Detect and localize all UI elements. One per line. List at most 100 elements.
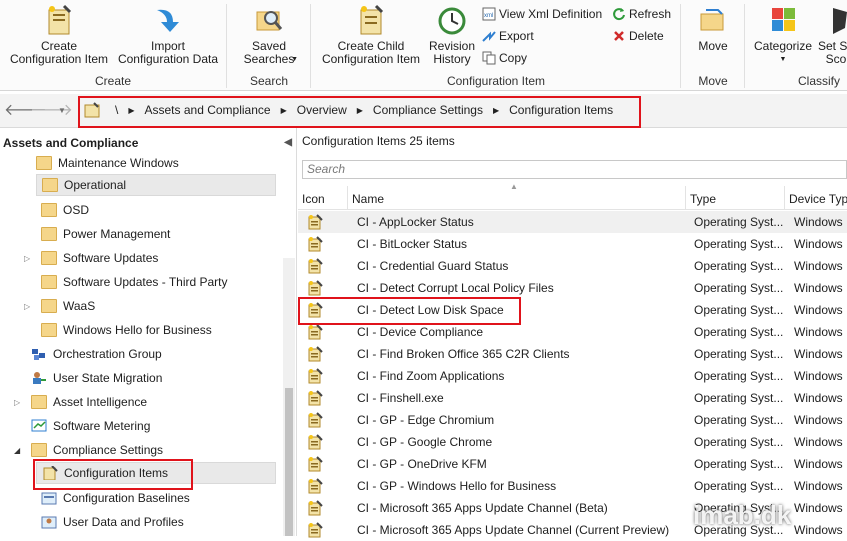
- tree-item-label: OSD: [63, 203, 90, 217]
- cell-type: Operating Syst...: [694, 347, 784, 361]
- tree-item-software-updates-third-party[interactable]: Software Updates - Third Party: [41, 271, 228, 293]
- dropdown-arrow-icon: ▼: [291, 56, 298, 63]
- folder-icon: [31, 395, 47, 409]
- table-row[interactable]: CI - Device Compliance Operating Syst... W…: [298, 321, 847, 343]
- collapse-pane-icon[interactable]: ◀: [284, 132, 292, 154]
- folder-icon: [41, 203, 57, 217]
- breadcrumb-separator-icon[interactable]: ▶: [354, 106, 366, 115]
- tree-item-waas[interactable]: ▷ WaaS: [24, 295, 95, 317]
- delete-button[interactable]: Delete: [612, 28, 664, 44]
- breadcrumb-separator-icon[interactable]: ▶: [278, 106, 290, 115]
- cell-device-type: Windows: [794, 523, 843, 537]
- categorize-button[interactable]: Categorize ▼: [752, 4, 814, 66]
- saved-searches-icon: [256, 11, 283, 31]
- software-metering-icon: [31, 419, 47, 432]
- set-security-label: Set Se Sco: [817, 39, 847, 66]
- table-row[interactable]: CI - GP - Google Chrome Operating Syst...…: [298, 431, 847, 453]
- column-header-icon[interactable]: Icon: [298, 186, 348, 210]
- cell-device-type: Windows: [794, 347, 843, 361]
- breadcrumb-separator-icon[interactable]: ▶: [490, 106, 502, 115]
- table-row[interactable]: CI - GP - Windows Hello for Business Oper…: [298, 475, 847, 497]
- breadcrumb-configuration-items[interactable]: Configuration Items: [502, 103, 620, 117]
- table-row[interactable]: CI - Detect Corrupt Local Policy Files Op…: [298, 277, 847, 299]
- grid-header: Icon Name ▲ Type Device Typ: [298, 182, 847, 210]
- delete-x-icon: [614, 31, 624, 41]
- table-row[interactable]: CI - Credential Guard Status Operating Sy…: [298, 255, 847, 277]
- refresh-icon: [613, 8, 625, 21]
- move-button[interactable]: Move: [690, 4, 736, 53]
- expand-arrow-icon[interactable]: ▷: [24, 302, 30, 311]
- import-configuration-data-button[interactable]: Import Configuration Data: [116, 4, 220, 66]
- revision-history-button[interactable]: Revision History: [426, 4, 478, 66]
- expand-arrow-icon[interactable]: ▷: [14, 398, 20, 407]
- collapse-arrow-icon[interactable]: ◢: [14, 446, 20, 455]
- export-label: Export: [499, 29, 534, 43]
- cell-device-type: Windows: [794, 325, 843, 339]
- tree-item-osd[interactable]: OSD: [41, 199, 89, 221]
- group-configuration-item-label: Configuration Item: [446, 74, 546, 88]
- navigation-scrollbar[interactable]: [283, 258, 295, 536]
- tree-item-software-metering[interactable]: Software Metering: [31, 415, 150, 437]
- tree-item-user-data-and-profiles[interactable]: User Data and Profiles: [41, 511, 184, 533]
- tree-item-asset-intelligence[interactable]: ▷ Asset Intelligence: [14, 391, 147, 413]
- forward-button[interactable]: 🡒: [30, 101, 73, 121]
- refresh-button[interactable]: Refresh: [612, 6, 671, 22]
- back-button[interactable]: 🡐: [4, 101, 47, 121]
- table-row[interactable]: CI - BitLocker Status Operating Syst... Wi…: [298, 233, 847, 255]
- tree-item-user-state-migration[interactable]: User State Migration: [31, 367, 162, 389]
- breadcrumb-compliance-settings[interactable]: Compliance Settings: [366, 103, 490, 117]
- orchestration-group-icon: [32, 349, 45, 360]
- copy-button[interactable]: Copy: [482, 50, 527, 66]
- move-folder-icon: [700, 9, 724, 31]
- breadcrumb-separator-icon[interactable]: ▶: [125, 106, 137, 115]
- cell-type: Operating Syst...: [694, 259, 784, 273]
- create-child-configuration-item-button[interactable]: Create Child Configuration Item: [318, 4, 424, 66]
- breadcrumb-overview[interactable]: Overview: [290, 103, 354, 117]
- cell-name: CI - GP - Windows Hello for Business: [357, 479, 557, 493]
- cell-type: Operating Syst...: [694, 237, 784, 251]
- breadcrumb-root[interactable]: \: [108, 103, 125, 117]
- tree-item-orchestration-group[interactable]: Orchestration Group: [31, 343, 162, 365]
- tree-item-windows-hello-for-business[interactable]: Windows Hello for Business: [41, 319, 212, 341]
- table-row[interactable]: CI - Find Zoom Applications Operating Sys…: [298, 365, 847, 387]
- table-row[interactable]: CI - Detect Low Disk Space Operating Syst…: [298, 299, 847, 321]
- tree-item-compliance-settings[interactable]: ◢ Compliance Settings: [14, 439, 163, 461]
- view-xml-definition-button[interactable]: xml View Xml Definition: [482, 6, 602, 22]
- history-dropdown-button[interactable]: ▼: [56, 101, 68, 121]
- column-header-device-type[interactable]: Device Typ: [785, 186, 847, 210]
- export-button[interactable]: Export: [482, 28, 534, 44]
- saved-searches-button[interactable]: Saved Searches ▼: [236, 4, 302, 66]
- tree-item-label: User Data and Profiles: [63, 515, 184, 529]
- tree-item-operational[interactable]: Operational: [36, 174, 276, 196]
- breadcrumb-assets-and-compliance[interactable]: Assets and Compliance: [138, 103, 278, 117]
- ribbon-separator: [744, 4, 745, 88]
- table-row[interactable]: CI - GP - Edge Chromium Operating Syst...…: [298, 409, 847, 431]
- folder-icon: [41, 251, 57, 265]
- tree-item-label: Operational: [64, 178, 127, 192]
- scrollbar-thumb[interactable]: [285, 388, 293, 536]
- search-input[interactable]: Search: [302, 160, 847, 179]
- tree-item-label: Maintenance Windows: [58, 156, 179, 170]
- column-header-type[interactable]: Type: [686, 186, 785, 210]
- create-configuration-item-button[interactable]: Create Configuration Item: [6, 4, 112, 66]
- tree-item-power-management[interactable]: Power Management: [41, 223, 170, 245]
- set-security-scopes-button[interactable]: Set Se Sco: [816, 4, 847, 66]
- table-row[interactable]: CI - AppLocker Status Operating Syst... Wi…: [298, 211, 847, 233]
- saved-searches-label: Saved Searches: [243, 39, 295, 66]
- cell-name: CI - GP - Edge Chromium: [357, 413, 495, 427]
- cell-type: Operating Syst...: [694, 369, 784, 383]
- cell-type: Operating Syst...: [694, 215, 784, 229]
- cell-device-type: Windows: [794, 237, 843, 251]
- tree-item-configuration-items[interactable]: Configuration Items: [36, 462, 276, 484]
- table-row[interactable]: CI - Finshell.exe Operating Syst... Window…: [298, 387, 847, 409]
- tree-item-maintenance-windows[interactable]: Maintenance Windows: [36, 152, 276, 174]
- cell-device-type: Windows: [794, 479, 843, 493]
- table-row[interactable]: CI - GP - OneDrive KFM Operating Syst... W…: [298, 453, 847, 475]
- ribbon: Create Configuration Item Import Configu…: [0, 0, 847, 91]
- configuration-item-icon: [308, 324, 323, 340]
- expand-arrow-icon[interactable]: ▷: [24, 254, 30, 263]
- results-header: Configuration Items 25 items: [302, 134, 455, 148]
- tree-item-configuration-baselines[interactable]: Configuration Baselines: [41, 487, 190, 509]
- tree-item-software-updates[interactable]: ▷ Software Updates: [24, 247, 158, 269]
- table-row[interactable]: CI - Find Broken Office 365 C2R Clients O…: [298, 343, 847, 365]
